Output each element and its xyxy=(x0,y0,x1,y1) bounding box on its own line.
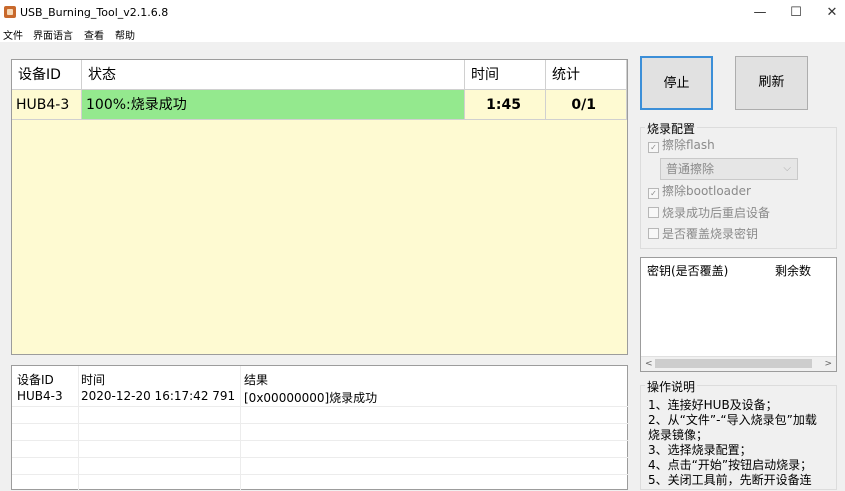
menu-file[interactable]: 文件 xyxy=(3,27,23,42)
log-divider xyxy=(12,440,629,441)
instruction-line: 4、点击“开始”按钮启动烧录； xyxy=(648,458,813,472)
checkbox-icon xyxy=(648,207,659,218)
config-group-title: 烧录配置 xyxy=(645,120,698,137)
menu-view[interactable]: 查看 xyxy=(84,27,104,42)
menu-language[interactable]: 界面语言 xyxy=(33,27,73,42)
log-table: 设备ID 时间 结果 HUB4-3 2020-12-20 16:17:42 79… xyxy=(11,365,629,491)
device-row-id[interactable]: HUB4-3 xyxy=(12,90,82,120)
log-divider xyxy=(12,423,629,424)
erase-flash-checkbox[interactable]: ✓ 擦除flash xyxy=(648,137,715,153)
instruction-line: 烧录镜像； xyxy=(648,428,709,442)
key-header-key: 密钥(是否覆盖) xyxy=(647,264,729,278)
erase-bootloader-checkbox[interactable]: ✓ 擦除bootloader xyxy=(648,183,751,199)
device-row-status[interactable]: 100%:烧录成功 xyxy=(82,90,465,120)
menu-help[interactable]: 帮助 xyxy=(115,27,135,42)
checkbox-icon: ✓ xyxy=(648,142,659,153)
horizontal-scrollbar[interactable]: < > xyxy=(641,356,836,371)
log-row-result[interactable]: [0x00000000]烧录成功 xyxy=(244,389,377,406)
scroll-right-icon[interactable]: > xyxy=(824,357,832,371)
log-divider xyxy=(12,457,629,458)
reboot-after-checkbox[interactable]: 烧录成功后重启设备 xyxy=(648,205,770,221)
instruction-line: 2、从“文件”-“导入烧录包”加载 xyxy=(648,413,817,427)
app-icon xyxy=(4,6,16,18)
key-header-remaining: 剩余数 xyxy=(775,264,812,278)
overwrite-key-checkbox[interactable]: 是否覆盖烧录密钥 xyxy=(648,226,758,242)
instructions-title: 操作说明 xyxy=(645,378,698,395)
device-table: 设备ID 状态 时间 统计 HUB4-3 100%:烧录成功 1:45 0/1 xyxy=(11,59,628,355)
device-row-count[interactable]: 0/1 xyxy=(546,90,627,120)
overwrite-key-label: 是否覆盖烧录密钥 xyxy=(662,227,759,241)
log-header-time[interactable]: 时间 xyxy=(81,371,105,388)
erase-bootloader-label: 擦除bootloader xyxy=(662,184,751,198)
log-divider xyxy=(240,366,241,491)
minimize-button[interactable]: — xyxy=(746,2,774,24)
log-divider xyxy=(12,406,629,407)
refresh-button[interactable]: 刷新 xyxy=(735,56,808,110)
checkbox-icon xyxy=(648,228,659,239)
window-title: USB_Burning_Tool_v2.1.6.8 xyxy=(20,6,169,19)
instruction-line: 1、连接好HUB及设备； xyxy=(648,398,778,412)
erase-mode-select[interactable]: 普通擦除 ⌵ xyxy=(660,158,798,180)
close-button[interactable]: ✕ xyxy=(818,2,845,24)
device-row-time[interactable]: 1:45 xyxy=(465,90,546,120)
log-divider xyxy=(12,474,629,475)
chevron-down-icon: ⌵ xyxy=(783,163,791,174)
header-status[interactable]: 状态 xyxy=(82,60,465,90)
key-list[interactable]: 密钥(是否覆盖) 剩余数 < > xyxy=(640,257,837,372)
log-row-time[interactable]: 2020-12-20 16:17:42 791 xyxy=(81,389,235,403)
erase-flash-label: 擦除flash xyxy=(662,138,715,152)
reboot-after-label: 烧录成功后重启设备 xyxy=(662,206,771,220)
header-count[interactable]: 统计 xyxy=(546,60,627,90)
log-header-result[interactable]: 结果 xyxy=(244,371,268,388)
maximize-button[interactable]: ☐ xyxy=(782,2,810,24)
checkbox-icon: ✓ xyxy=(648,188,659,199)
scroll-left-icon[interactable]: < xyxy=(645,357,653,371)
log-divider xyxy=(78,366,79,491)
log-header-id[interactable]: 设备ID xyxy=(17,371,54,388)
log-row-id[interactable]: HUB4-3 xyxy=(17,389,63,403)
stop-button[interactable]: 停止 xyxy=(640,56,713,110)
header-time[interactable]: 时间 xyxy=(465,60,546,90)
title-bar: USB_Burning_Tool_v2.1.6.8 — ☐ ✕ xyxy=(0,0,845,26)
erase-mode-value: 普通擦除 xyxy=(666,162,715,176)
scroll-thumb[interactable] xyxy=(655,359,812,368)
header-device-id[interactable]: 设备ID xyxy=(12,60,82,90)
menu-bar: 文件 界面语言 查看 帮助 xyxy=(0,26,845,42)
instruction-line: 3、选择烧录配置； xyxy=(648,443,752,457)
